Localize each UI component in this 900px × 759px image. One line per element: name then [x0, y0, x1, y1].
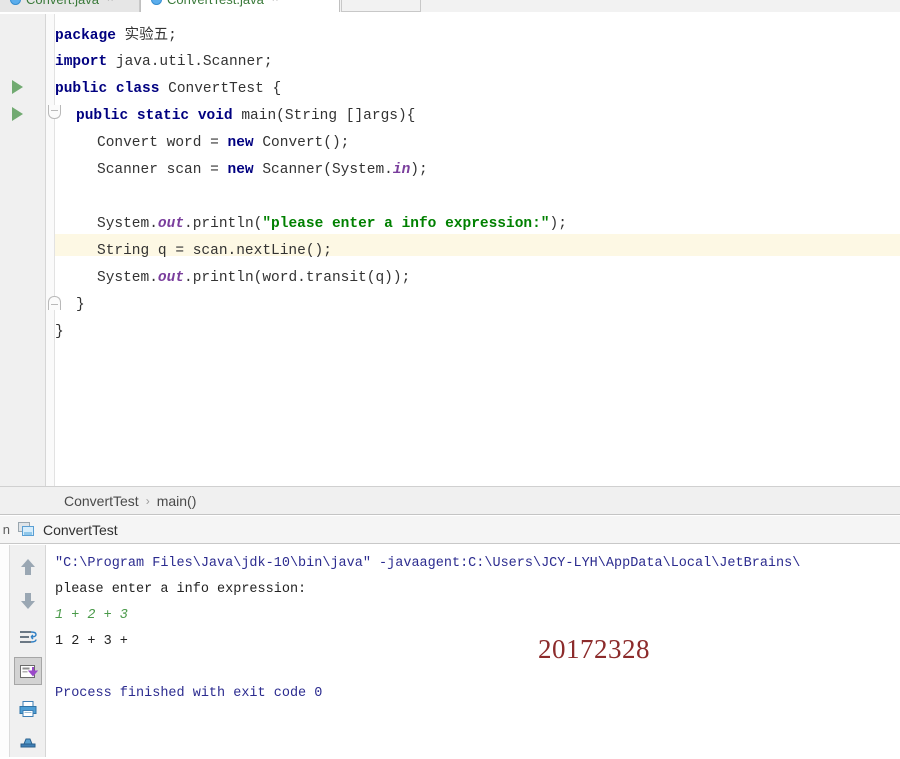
tab-convert-java[interactable]: Convert.java ×	[0, 0, 140, 12]
breadcrumb-item-method[interactable]: main()	[157, 493, 197, 509]
code-token: new	[227, 135, 254, 151]
code-line: String q = scan.nextLine();	[55, 238, 332, 265]
code-token: System.	[97, 270, 158, 286]
code-line: System.out.println(word.transit(q));	[55, 265, 410, 292]
code-line: }	[55, 319, 64, 346]
breadcrumb-item-class[interactable]: ConvertTest	[64, 493, 139, 509]
code-token: 实验五	[124, 27, 169, 43]
java-class-icon	[10, 0, 21, 5]
console-line: "C:\Program Files\Java\jdk-10\bin\java" …	[55, 556, 801, 571]
fold-region-close[interactable]	[48, 296, 61, 310]
run-method-gutter-icon[interactable]	[12, 107, 23, 121]
code-token: import	[55, 54, 108, 70]
tab-label: Convert.java	[26, 0, 99, 7]
run-configuration-icon	[18, 522, 35, 537]
code-token: String q = scan.nextLine();	[97, 243, 332, 259]
code-token: Scanner(System.	[253, 162, 393, 178]
code-token: }	[76, 297, 85, 313]
scroll-to-end-button[interactable]	[14, 657, 42, 685]
code-editor[interactable]: package 实验五; import java.util.Scanner; pub…	[0, 14, 900, 486]
console-line: Process finished with exit code 0	[55, 686, 323, 701]
console-line: 1 2 + 3 +	[55, 634, 128, 649]
tab-label: ConvertTest.java	[167, 0, 264, 7]
code-token: Convert word =	[97, 135, 228, 151]
code-token: public class	[55, 81, 160, 97]
run-class-gutter-icon[interactable]	[12, 80, 23, 94]
tab-overflow-slot[interactable]	[341, 0, 421, 12]
console-output[interactable]: "C:\Program Files\Java\jdk-10\bin\java" …	[55, 545, 900, 757]
code-token: out	[157, 216, 185, 232]
run-configuration-name[interactable]: ConvertTest	[43, 522, 118, 538]
code-line: import java.util.Scanner;	[55, 49, 273, 76]
code-line: package 实验五;	[55, 22, 177, 50]
code-token: ConvertTest {	[159, 81, 282, 97]
code-line: public class ConvertTest {	[55, 76, 281, 103]
print-button[interactable]	[14, 695, 42, 723]
console-line: 1 + 2 + 3	[55, 608, 128, 623]
java-class-icon	[151, 0, 162, 5]
code-token: .println(	[184, 216, 263, 232]
code-line: Convert word = new Convert();	[55, 130, 349, 157]
code-token: }	[55, 324, 64, 340]
breadcrumb: ConvertTest › main()	[0, 486, 900, 515]
tab-converttest-java[interactable]: ConvertTest.java ×	[140, 0, 340, 12]
editor-fold-strip[interactable]	[46, 14, 55, 486]
code-token: .println(word.transit(q));	[184, 270, 411, 286]
code-token: out	[157, 270, 185, 286]
code-line: Scanner scan = new Scanner(System.in);	[55, 157, 428, 184]
code-token: in	[392, 162, 411, 178]
editor-tab-bar: Convert.java × ConvertTest.java ×	[0, 0, 900, 12]
scroll-down-button[interactable]	[14, 587, 42, 615]
code-token: );	[410, 162, 428, 178]
watermark-student-id: 20172328	[538, 634, 650, 664]
console-toolbar-edge	[0, 545, 10, 757]
clear-all-button[interactable]	[14, 731, 42, 759]
code-token: package	[55, 28, 116, 44]
fold-region-open[interactable]	[48, 105, 61, 119]
code-token: Convert();	[253, 135, 350, 151]
breadcrumb-separator-icon: ›	[145, 493, 150, 508]
code-line: System.out.println("please enter a info …	[55, 211, 567, 238]
code-token: main(String []args){	[232, 108, 416, 124]
close-icon[interactable]: ×	[272, 0, 278, 5]
tool-window-edge-label: n	[2, 522, 10, 537]
code-token: Scanner scan =	[97, 162, 228, 178]
code-line: public static void main(String []args){	[55, 103, 415, 130]
code-token: public static void	[76, 108, 233, 124]
run-tool-window-header: n ConvertTest	[0, 516, 900, 544]
run-console[interactable]: "C:\Program Files\Java\jdk-10\bin\java" …	[0, 545, 900, 757]
editor-gutter[interactable]	[0, 14, 46, 486]
code-token: );	[549, 216, 567, 232]
code-token: ;	[168, 28, 177, 44]
code-content[interactable]: package 实验五; import java.util.Scanner; pub…	[55, 14, 900, 486]
console-line: please enter a info expression:	[55, 582, 307, 597]
code-token: System.	[97, 216, 158, 232]
code-token: java.util.Scanner;	[107, 54, 273, 70]
code-token: "please enter a info expression:"	[262, 216, 550, 232]
code-token: new	[227, 162, 254, 178]
scroll-up-button[interactable]	[14, 553, 42, 581]
soft-wrap-button[interactable]	[14, 623, 42, 651]
close-icon[interactable]: ×	[107, 0, 113, 5]
